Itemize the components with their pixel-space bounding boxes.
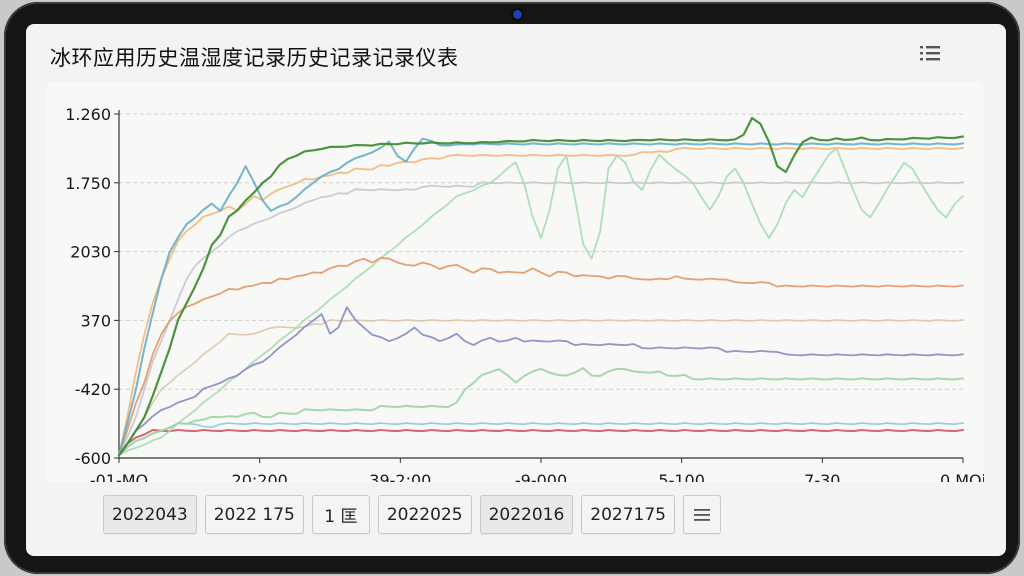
x-tick-label-5: 7-30 [804,471,840,482]
filter-chip-3[interactable]: 2022025 [377,495,472,534]
filter-chip-1[interactable]: 2022 175 [204,495,304,534]
camera-dot [513,10,522,19]
filter-bar: 2022043 2022 175 1 匡 2022025 2022016 202… [103,495,721,535]
device-frame: 冰环应用历史温湿度记录历史记录记录仪表 1.260 1.750 2030 370 -42… [4,2,1020,574]
series-line-9 [118,422,964,456]
hamburger-glyph [694,508,710,521]
filter-chip-0[interactable]: 2022043 [103,495,197,534]
series-line-7 [118,147,964,457]
series-line-6 [118,367,964,457]
y-tick-label-2: 2030 [70,243,111,262]
series-line-1 [118,137,964,457]
y-tick-label-5: -600 [75,449,111,468]
app-screen: 冰环应用历史温湿度记录历史记录记录仪表 1.260 1.750 2030 370 -42… [26,24,1006,556]
filter-chip-2[interactable]: 1 匡 [311,495,370,534]
hamburger-icon[interactable] [683,495,721,534]
x-tick-label-0: -01-MO [90,471,148,482]
series-line-3 [118,257,964,457]
chart-card: 1.260 1.750 2030 370 -420 -600 -01-MO 20:200 39-… [46,82,984,482]
series-line-5 [118,306,964,457]
x-tick-label-6: 0.MOi [940,471,984,482]
y-tick-label-4: -420 [75,380,111,399]
series-line-10 [118,319,964,456]
filter-chip-5[interactable]: 2027175 [581,495,675,534]
x-tick-label-4: 5-100 [658,471,705,482]
y-tick-label-1: 1.750 [65,174,111,193]
x-tick-label-1: 20:200 [232,471,288,482]
series-line-8 [118,429,964,457]
list-icon[interactable] [919,44,941,62]
page-title: 冰环应用历史温湿度记录历史记录记录仪表 [50,46,459,70]
series-line-2 [118,147,964,457]
x-tick-label-3: -9-000 [515,471,567,482]
x-tick-label-2: 39-2:00 [369,471,431,482]
y-tick-label-0: 1.260 [65,105,111,124]
line-chart: 1.260 1.750 2030 370 -420 -600 -01-MO 20:200 39-… [65,105,984,482]
filter-chip-4[interactable]: 2022016 [479,495,574,534]
y-tick-label-3: 370 [80,311,111,330]
